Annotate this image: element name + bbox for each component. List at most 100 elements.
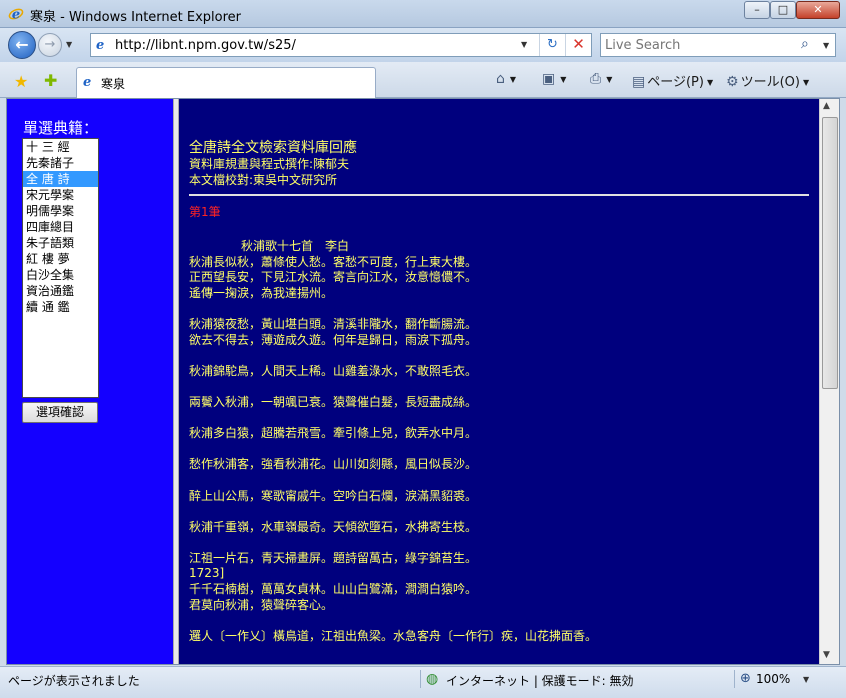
- stanza-gap: [189, 535, 814, 551]
- confirm-button[interactable]: 選項確認: [22, 402, 98, 423]
- zoom-level[interactable]: 100%: [756, 672, 790, 686]
- status-separator: [734, 670, 735, 688]
- maximize-button[interactable]: □: [770, 1, 796, 19]
- page-menu-icon: ▤: [632, 74, 646, 90]
- window-title: 寒泉 - Windows Internet Explorer: [30, 10, 241, 25]
- refresh-icon[interactable]: ↻: [539, 34, 565, 56]
- stanza-gap: [189, 348, 814, 364]
- book-option[interactable]: 朱子語類: [23, 235, 98, 251]
- book-option[interactable]: 紅 樓 夢: [23, 251, 98, 267]
- poem-line: 秋浦千重嶺，水車嶺最奇。天傾欲墮石，水拂寄生枝。: [189, 519, 478, 534]
- credit-programmer: 資料庫規畫與程式撰作:陳郁夫: [189, 157, 350, 171]
- ie-logo-icon: e: [8, 8, 24, 23]
- back-arrow-icon: ←: [15, 35, 29, 54]
- address-dropdown-icon[interactable]: ▼: [521, 40, 527, 49]
- svg-text:e: e: [12, 8, 20, 23]
- status-bar: ページが表示されました ◍ インターネット | 保護モード: 無効 ⊕ 100%…: [0, 666, 846, 698]
- scroll-down-icon[interactable]: ▼: [823, 650, 830, 660]
- print-icon: ⎙: [590, 71, 602, 87]
- favorites-star-icon[interactable]: ★: [14, 72, 28, 91]
- record-number: 第1筆: [189, 205, 221, 219]
- zoom-icon[interactable]: ⊕: [740, 671, 751, 686]
- divider: [189, 194, 809, 196]
- security-zone[interactable]: インターネット | 保護モード: 無効: [446, 672, 634, 689]
- search-box[interactable]: ⌕ ▼: [600, 33, 836, 57]
- stanza-gap: [189, 442, 814, 458]
- stanza-gap: [189, 301, 814, 317]
- poem-text: 秋浦歌十七首 李白 秋浦長似秋，蕭條使人愁。客愁不可度，行上東大樓。 正西望長安，…: [189, 239, 814, 644]
- search-dropdown-icon[interactable]: ▼: [823, 41, 829, 50]
- tab-current[interactable]: e 寒泉: [76, 67, 376, 98]
- globe-icon: ◍: [426, 671, 439, 687]
- book-select-frame: 單選典籍： 十 三 經先秦諸子全 唐 詩宋元學案 明儒學案 四庫總目 朱子語類紅 樓 …: [7, 99, 173, 664]
- search-input[interactable]: [601, 34, 791, 56]
- zoom-dropdown-icon[interactable]: ▼: [803, 675, 809, 684]
- page-menu-label: ページ(P): [647, 75, 704, 90]
- book-option[interactable]: 先秦諸子: [23, 155, 98, 171]
- home-button[interactable]: ⌂ ▼: [496, 71, 516, 87]
- stanza-gap: [189, 411, 814, 427]
- poem-line: 欲去不得去，薄遊成久遊。何年是歸日，雨淚下孤舟。: [189, 332, 478, 347]
- status-text: ページが表示されました: [8, 674, 140, 688]
- poem-line: 1723]: [189, 566, 225, 581]
- page-icon: e: [83, 75, 92, 90]
- poem-title: 秋浦歌十七首 李白: [241, 239, 350, 253]
- print-button[interactable]: ⎙ ▼: [590, 71, 612, 87]
- poem-line: 兩鬢入秋浦，一朝颯已衰。猿聲催白髮，長短盡成絲。: [189, 394, 478, 409]
- vertical-scrollbar[interactable]: ▲ ▼: [819, 99, 839, 664]
- feeds-button[interactable]: ▣ ▼: [542, 71, 566, 87]
- page-icon: e: [96, 38, 105, 53]
- address-url[interactable]: http://libnt.npm.gov.tw/s25/: [115, 38, 296, 53]
- book-option[interactable]: 全 唐 詩: [23, 171, 98, 187]
- forward-arrow-icon: →: [44, 37, 56, 52]
- poem-line: 江祖一片石，青天掃畫屏。題詩留萬古，綠字錦苔生。: [189, 550, 478, 565]
- poem-line: 秋浦長似秋，蕭條使人愁。客愁不可度，行上東大樓。: [189, 254, 478, 269]
- address-bar[interactable]: e http://libnt.npm.gov.tw/s25/ ▼ ↻ ✕: [90, 33, 592, 57]
- book-option[interactable]: 明儒學案: [23, 203, 98, 219]
- feeds-icon: ▣: [542, 71, 556, 87]
- book-select-heading: 單選典籍：: [23, 119, 99, 137]
- close-button[interactable]: ✕: [796, 1, 840, 19]
- book-listbox[interactable]: 十 三 經先秦諸子全 唐 詩宋元學案 明儒學案 四庫總目 朱子語類紅 樓 夢白沙全集資…: [22, 138, 99, 398]
- poem-line: 秋浦多白猿，超騰若飛雪。牽引條上兒，飲弄水中月。: [189, 426, 478, 441]
- result-frame: 全唐詩全文檢索資料庫回應 資料庫規畫與程式撰作:陳郁夫 本文檔校對:東吳中文研究…: [179, 99, 819, 664]
- poem-line: 千千石楠樹，萬萬女貞林。山山白鷺滿，澗澗白猿吟。: [189, 582, 478, 597]
- stop-icon[interactable]: ✕: [565, 34, 591, 56]
- scroll-up-icon[interactable]: ▲: [823, 101, 830, 111]
- stanza-gap: [189, 613, 814, 629]
- poem-line: 秋浦錦駝鳥，人間天上稀。山雞羞淥水，不敢照毛衣。: [189, 363, 478, 378]
- browser-viewport: 單選典籍： 十 三 經先秦諸子全 唐 詩宋元學案 明儒學案 四庫總目 朱子語類紅 樓 …: [6, 98, 840, 665]
- poem-line: 正西望長安，下見江水流。寄言向江水，汝意憶儂不。: [189, 270, 478, 285]
- poem-line: 醉上山公馬，寒歌甯戚牛。空吟白石爛，淚滿黑貂裘。: [189, 488, 478, 503]
- poem-line: 邏人〔一作乂〕橫鳥道，江祖出魚梁。水急客舟〔一作行〕疾，山花拂面香。: [189, 628, 598, 643]
- home-icon: ⌂: [496, 71, 505, 87]
- poem-line: 君莫向秋浦，猿聲碎客心。: [189, 597, 334, 612]
- add-favorites-icon[interactable]: ✚: [44, 71, 57, 90]
- address-toolbar: ← → ▼ e http://libnt.npm.gov.tw/s25/ ▼ ↻…: [0, 28, 846, 62]
- book-option[interactable]: 十 三 經: [23, 139, 98, 155]
- search-icon[interactable]: ⌕: [801, 36, 809, 52]
- tools-gear-icon: ⚙: [726, 74, 739, 90]
- poem-line: 愁作秋浦客，強看秋浦花。山川如剡縣，風日似長沙。: [189, 457, 478, 472]
- forward-button[interactable]: →: [38, 33, 62, 57]
- book-option[interactable]: 續 通 鑑: [23, 299, 98, 315]
- page-menu-button[interactable]: ▤ ページ(P) ▼: [632, 71, 713, 90]
- book-option[interactable]: 白沙全集: [23, 267, 98, 283]
- poem-line: 秋浦猿夜愁，黃山堪白頭。清溪非隴水，翻作斷腸流。: [189, 316, 478, 331]
- scroll-thumb[interactable]: [822, 117, 838, 389]
- book-option[interactable]: 四庫總目: [23, 219, 98, 235]
- tools-menu-label: ツール(O): [740, 75, 800, 90]
- tools-menu-button[interactable]: ⚙ ツール(O) ▼: [726, 71, 809, 90]
- tab-toolbar: ★ ✚ e 寒泉 ⌂ ▼ ▣ ▼ ⎙ ▼ ▤ ページ(P) ▼ ⚙ ツール(O) ▼: [0, 62, 846, 98]
- back-button[interactable]: ←: [8, 31, 36, 59]
- poem-line: 遙傳一掬淚，為我達揚州。: [189, 285, 334, 300]
- book-option[interactable]: 資治通鑑: [23, 283, 98, 299]
- tab-label: 寒泉: [101, 77, 126, 91]
- history-dropdown-icon[interactable]: ▼: [66, 40, 72, 49]
- book-option[interactable]: 宋元學案: [23, 187, 98, 203]
- stanza-gap: [189, 504, 814, 520]
- status-separator: [420, 670, 421, 688]
- minimize-button[interactable]: –: [744, 1, 770, 19]
- stanza-gap: [189, 473, 814, 489]
- stanza-gap: [189, 379, 814, 395]
